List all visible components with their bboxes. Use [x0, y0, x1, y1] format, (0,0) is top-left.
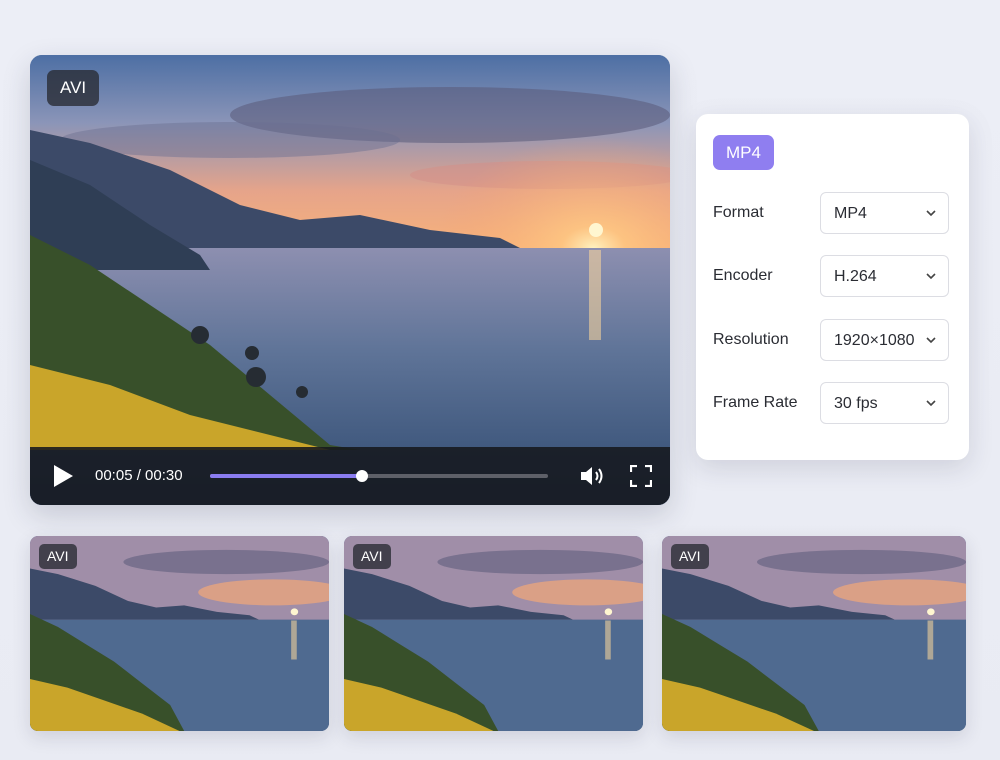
format-value: MP4 — [834, 205, 867, 222]
format-row: Format MP4 — [713, 192, 951, 234]
frame-rate-row: Frame Rate 30 fps — [713, 382, 951, 424]
encoder-value: H.264 — [834, 268, 877, 285]
video-player[interactable]: AVI 00:05 / 00:30 — [30, 55, 670, 505]
thumbnail-1[interactable]: AVI — [30, 536, 329, 731]
encoder-select[interactable]: H.264 — [820, 255, 949, 297]
resolution-label: Resolution — [713, 331, 789, 348]
chevron-down-icon — [926, 337, 936, 344]
thumbnail-format-badge: AVI — [353, 544, 391, 569]
sunset-landscape-image — [30, 55, 670, 505]
frame-rate-select[interactable]: 30 fps — [820, 382, 949, 424]
chevron-down-icon — [926, 273, 936, 280]
player-controls: 00:05 / 00:30 — [30, 447, 670, 505]
fullscreen-icon[interactable] — [630, 465, 652, 487]
frame-rate-value: 30 fps — [834, 395, 878, 412]
format-badge: AVI — [47, 70, 100, 106]
resolution-select[interactable]: 1920×1080 — [820, 319, 949, 361]
frame-rate-label: Frame Rate — [713, 394, 798, 411]
format-select[interactable]: MP4 — [820, 192, 949, 234]
chevron-down-icon — [926, 400, 936, 407]
video-frame[interactable] — [30, 55, 670, 505]
resolution-value: 1920×1080 — [834, 332, 915, 349]
output-format-tag: MP4 — [713, 135, 774, 170]
thumbnail-format-badge: AVI — [671, 544, 709, 569]
progress-bar[interactable] — [210, 470, 548, 482]
format-label: Format — [713, 204, 764, 221]
volume-icon[interactable] — [580, 465, 606, 487]
play-icon[interactable] — [52, 464, 74, 488]
progress-handle[interactable] — [356, 470, 369, 482]
encoder-label: Encoder — [713, 267, 773, 284]
chevron-down-icon — [926, 210, 936, 217]
playback-time: 00:05 / 00:30 — [95, 467, 183, 484]
thumbnail-2[interactable]: AVI — [344, 536, 643, 731]
progress-fill — [210, 474, 363, 478]
thumbnail-3[interactable]: AVI — [662, 536, 966, 731]
thumbnail-format-badge: AVI — [39, 544, 77, 569]
encoder-row: Encoder H.264 — [713, 255, 951, 297]
resolution-row: Resolution 1920×1080 — [713, 319, 951, 361]
export-settings-panel: MP4 Format MP4 Encoder H.264 Resolution … — [696, 114, 969, 460]
